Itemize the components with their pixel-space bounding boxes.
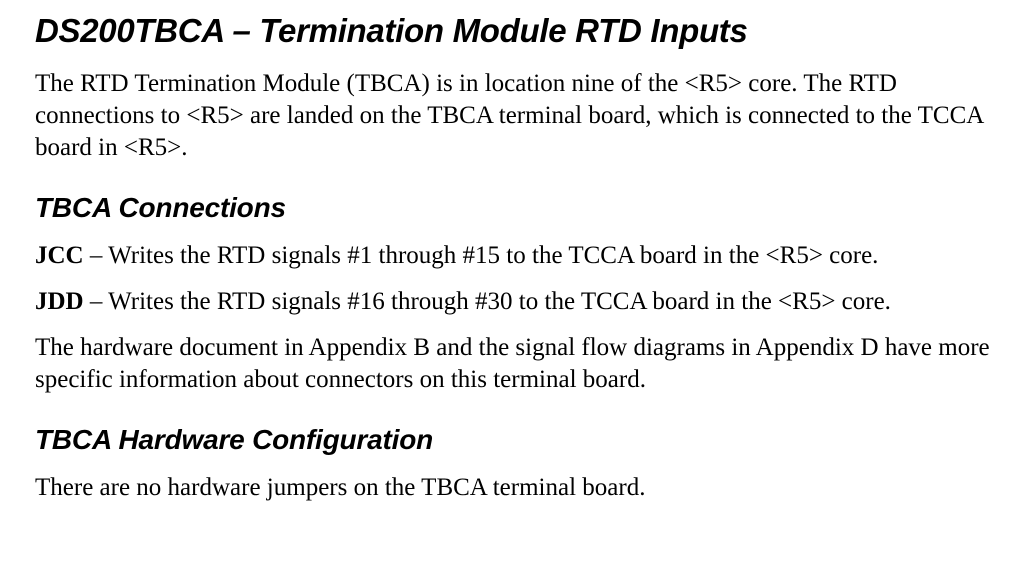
- jcc-text: – Writes the RTD signals #1 through #15 …: [84, 242, 879, 269]
- intro-paragraph: The RTD Termination Module (TBCA) is in …: [35, 68, 998, 164]
- jcc-paragraph: JCC – Writes the RTD signals #1 through …: [35, 240, 998, 272]
- page-title: DS200TBCA – Termination Module RTD Input…: [35, 12, 998, 50]
- jdd-label: JDD: [35, 288, 84, 315]
- section-heading-hardware: TBCA Hardware Configuration: [35, 424, 998, 456]
- jcc-label: JCC: [35, 242, 84, 269]
- jdd-paragraph: JDD – Writes the RTD signals #16 through…: [35, 286, 998, 318]
- section-heading-connections: TBCA Connections: [35, 192, 998, 224]
- hardware-paragraph: There are no hardware jumpers on the TBC…: [35, 472, 998, 504]
- document-page: DS200TBCA – Termination Module RTD Input…: [0, 0, 1028, 538]
- jdd-text: – Writes the RTD signals #16 through #30…: [84, 288, 891, 315]
- appendix-paragraph: The hardware document in Appendix B and …: [35, 332, 998, 396]
